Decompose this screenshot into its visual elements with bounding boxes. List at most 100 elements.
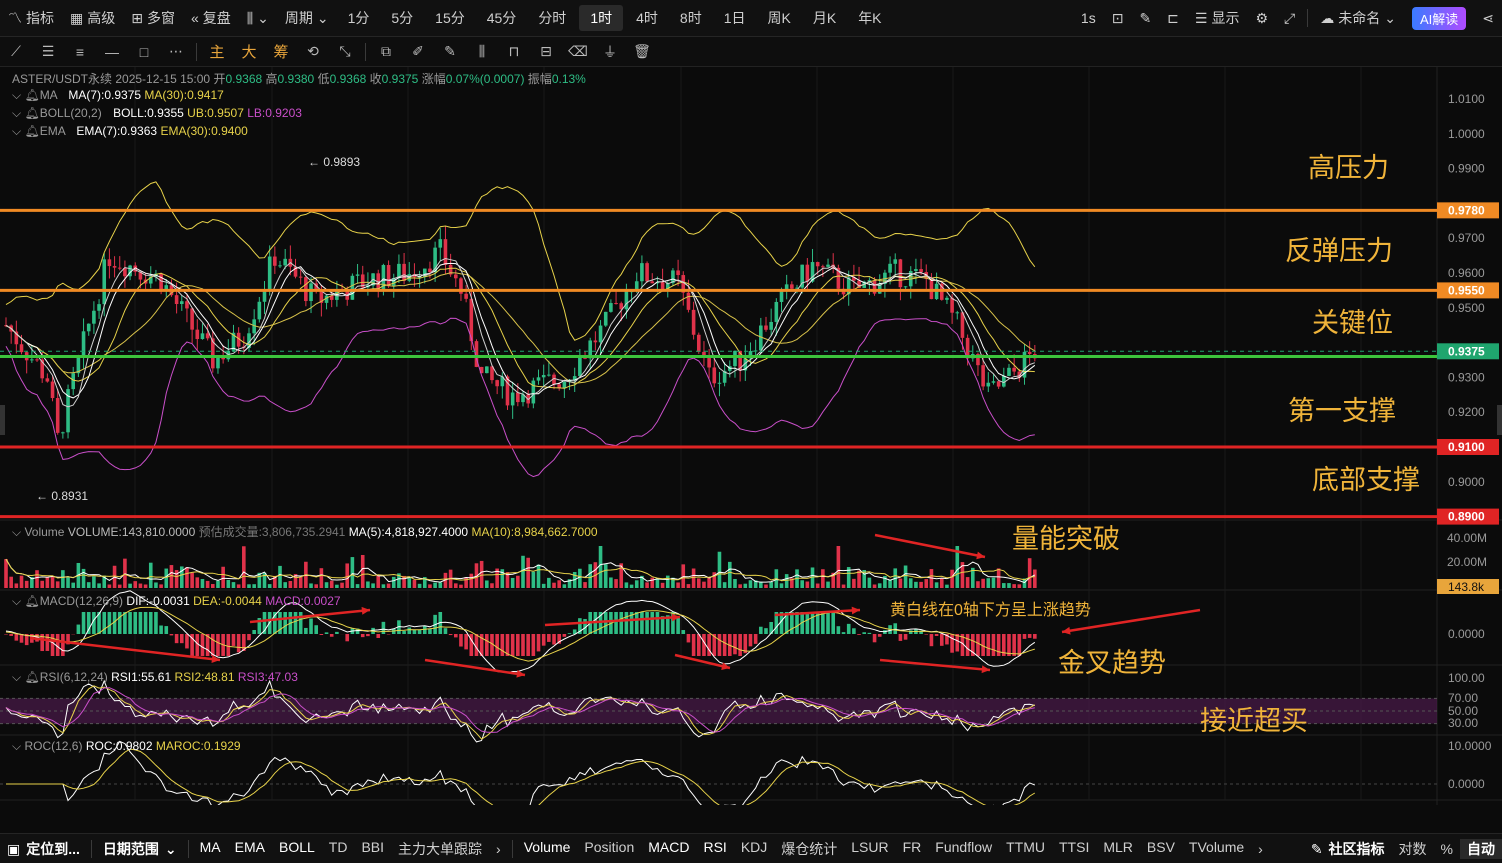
share-icon[interactable]: ⋖ <box>1474 0 1502 37</box>
sub-indicator-toggle[interactable]: KDJ <box>734 839 774 859</box>
auto-scale-toggle[interactable]: 自动 <box>1460 838 1502 859</box>
candle-tool-icon[interactable]: ⫼ <box>466 43 498 60</box>
sub-indicator-toggle[interactable]: RSI <box>696 839 733 859</box>
interval-button[interactable]: 1日 <box>713 0 757 37</box>
fullscreen-window-icon[interactable]: ⊏ <box>1159 0 1187 37</box>
interval-button[interactable]: 5分 <box>380 0 424 37</box>
macd-histogram-bar <box>733 634 737 655</box>
interval-button[interactable]: 8时 <box>669 0 713 37</box>
trash-icon[interactable]: 🗑 <box>626 43 658 60</box>
highlighter-icon[interactable]: ✎ <box>434 43 466 60</box>
sub-indicator-toggle[interactable]: TTSI <box>1052 839 1096 859</box>
bell-icon[interactable]: 🔔︎ <box>24 594 39 608</box>
amplitude-value: 0.13% <box>551 72 586 86</box>
collapse-icon[interactable]: ⌵ <box>12 88 21 102</box>
bell-icon[interactable]: 🔔︎ <box>24 670 39 684</box>
sub-indicator-toggle[interactable]: Position <box>577 839 641 859</box>
sub-indicator-toggle[interactable]: Volume <box>517 839 578 859</box>
indicator-button[interactable]: 〽指标 <box>0 0 62 37</box>
interval-button[interactable]: 45分 <box>476 0 528 37</box>
indicator-toggle[interactable]: EMA <box>228 839 272 859</box>
pencil-icon[interactable]: ✎ <box>1131 0 1159 37</box>
chevron-right-icon[interactable]: › <box>1251 841 1270 857</box>
locate-button[interactable]: ▣ 定位到... <box>0 839 87 859</box>
sub-indicator-toggle[interactable]: MACD <box>641 839 696 859</box>
brush-icon[interactable]: ✐ <box>402 43 434 60</box>
macd-histogram-bar <box>619 612 624 634</box>
sub-indicator-toggle[interactable]: BSV <box>1140 839 1182 859</box>
volume-bar <box>490 583 494 588</box>
interval-button[interactable]: 1时 <box>579 5 624 31</box>
bell-icon[interactable]: 🔔︎ <box>24 106 39 120</box>
macd-histogram-bar <box>453 634 458 638</box>
date-range-dropdown[interactable]: 日期范围 ⌄ <box>96 839 184 859</box>
indicator-toggle[interactable]: BBI <box>354 839 391 859</box>
note-icon[interactable]: ⊟ <box>530 43 562 60</box>
volume-bar <box>655 578 660 588</box>
collapse-icon[interactable]: ⌵ <box>12 670 21 684</box>
sub-indicator-toggle[interactable]: Fundflow <box>928 839 999 859</box>
interval-button[interactable]: 4时 <box>625 0 669 37</box>
indicator-toggle[interactable]: TD <box>322 839 355 859</box>
main-force-tool[interactable]: 主 <box>201 41 233 62</box>
advanced-button[interactable]: ▦ 高级 <box>62 0 123 37</box>
indicator-toggle[interactable]: MA <box>193 839 228 859</box>
period-dropdown[interactable]: 周期 ⌄ <box>277 0 337 37</box>
chart-type-button[interactable]: ⫼ ⌄ <box>239 0 277 37</box>
percent-scale-toggle[interactable]: % <box>1434 841 1460 857</box>
volume-bar <box>603 564 608 588</box>
interval-button[interactable]: 周K <box>757 0 802 37</box>
candle-body <box>112 266 117 268</box>
magnet-icon[interactable]: ⟲ <box>297 43 329 60</box>
expand-icon[interactable]: ⤢ <box>1276 0 1303 37</box>
bell-icon[interactable]: 🔔︎ <box>24 88 39 102</box>
multi-window-button[interactable]: ⊞ 多窗 <box>123 0 183 37</box>
volume-bar <box>371 583 375 588</box>
camera-icon[interactable]: ⊡ <box>1104 0 1132 37</box>
ai-button[interactable]: AI解读 <box>1404 0 1474 37</box>
horizontal-lines-icon[interactable]: ☰ <box>32 43 64 60</box>
chevron-right-icon[interactable]: › <box>489 841 508 857</box>
interval-1s-button[interactable]: 1s <box>1073 0 1104 37</box>
sub-indicator-toggle[interactable]: TTMU <box>999 839 1052 859</box>
horizontal-ray-icon[interactable]: — <box>96 44 128 60</box>
sub-indicator-toggle[interactable]: MLR <box>1096 839 1140 859</box>
bell-icon[interactable]: 🔔︎ <box>24 124 39 138</box>
more-icon[interactable]: ⋯ <box>160 43 192 60</box>
chart-area[interactable]: 1.0100 1.0000 0.9900 0.9700 0.9600 0.9500 0.93… <box>0 67 1502 805</box>
interval-button[interactable]: 分时 <box>527 0 577 37</box>
collapse-icon[interactable]: ⌵ <box>12 525 21 539</box>
trendline-icon[interactable]: ⟋ <box>0 43 32 60</box>
indicator-toggle[interactable]: 主力大单跟踪 <box>391 839 489 859</box>
replay-button[interactable]: «复盘 <box>183 0 239 37</box>
settings-icon[interactable]: ⚙ <box>1247 0 1276 37</box>
indicator-toggle[interactable]: BOLL <box>272 839 322 859</box>
sub-indicator-toggle[interactable]: FR <box>896 839 929 859</box>
interval-button[interactable]: 年K <box>847 0 892 37</box>
log-scale-toggle[interactable]: 对数 <box>1392 839 1434 859</box>
measure-icon[interactable]: ⤡ <box>329 43 361 60</box>
filter-icon[interactable]: ⏚ <box>594 42 626 62</box>
sub-indicator-toggle[interactable]: 爆仓统计 <box>774 839 844 859</box>
collapse-icon[interactable]: ⌵ <box>12 106 21 120</box>
collapse-icon[interactable]: ⌵ <box>12 739 21 753</box>
rectangle-icon[interactable]: □ <box>128 44 160 60</box>
big-order-tool[interactable]: 大 <box>233 41 265 62</box>
chip-tool[interactable]: 筹 <box>265 41 297 62</box>
layout-dropdown[interactable]: ☁ 未命名 ⌄ <box>1312 0 1404 37</box>
sub-indicator-toggle[interactable]: TVolume <box>1182 839 1251 859</box>
collapse-icon[interactable]: ⌵ <box>12 124 21 138</box>
eraser-icon[interactable]: ⌫ <box>562 43 594 60</box>
collapse-icon[interactable]: ⌵ <box>12 594 21 608</box>
community-indicators-button[interactable]: ✎ 社区指标 <box>1304 839 1392 859</box>
display-button[interactable]: ☰ 显示 <box>1187 0 1248 37</box>
interval-button[interactable]: 15分 <box>424 0 476 37</box>
lock-icon[interactable]: ⊓ <box>498 43 530 60</box>
sub-indicator-toggle[interactable]: LSUR <box>844 839 895 859</box>
volume-bar <box>919 581 923 588</box>
interval-button[interactable]: 1分 <box>337 0 381 37</box>
interval-button[interactable]: 月K <box>802 0 847 37</box>
parallel-lines-icon[interactable]: ≡ <box>64 44 96 60</box>
macd-histogram-bar <box>4 634 8 635</box>
copy-icon[interactable]: ⧉ <box>370 43 402 60</box>
